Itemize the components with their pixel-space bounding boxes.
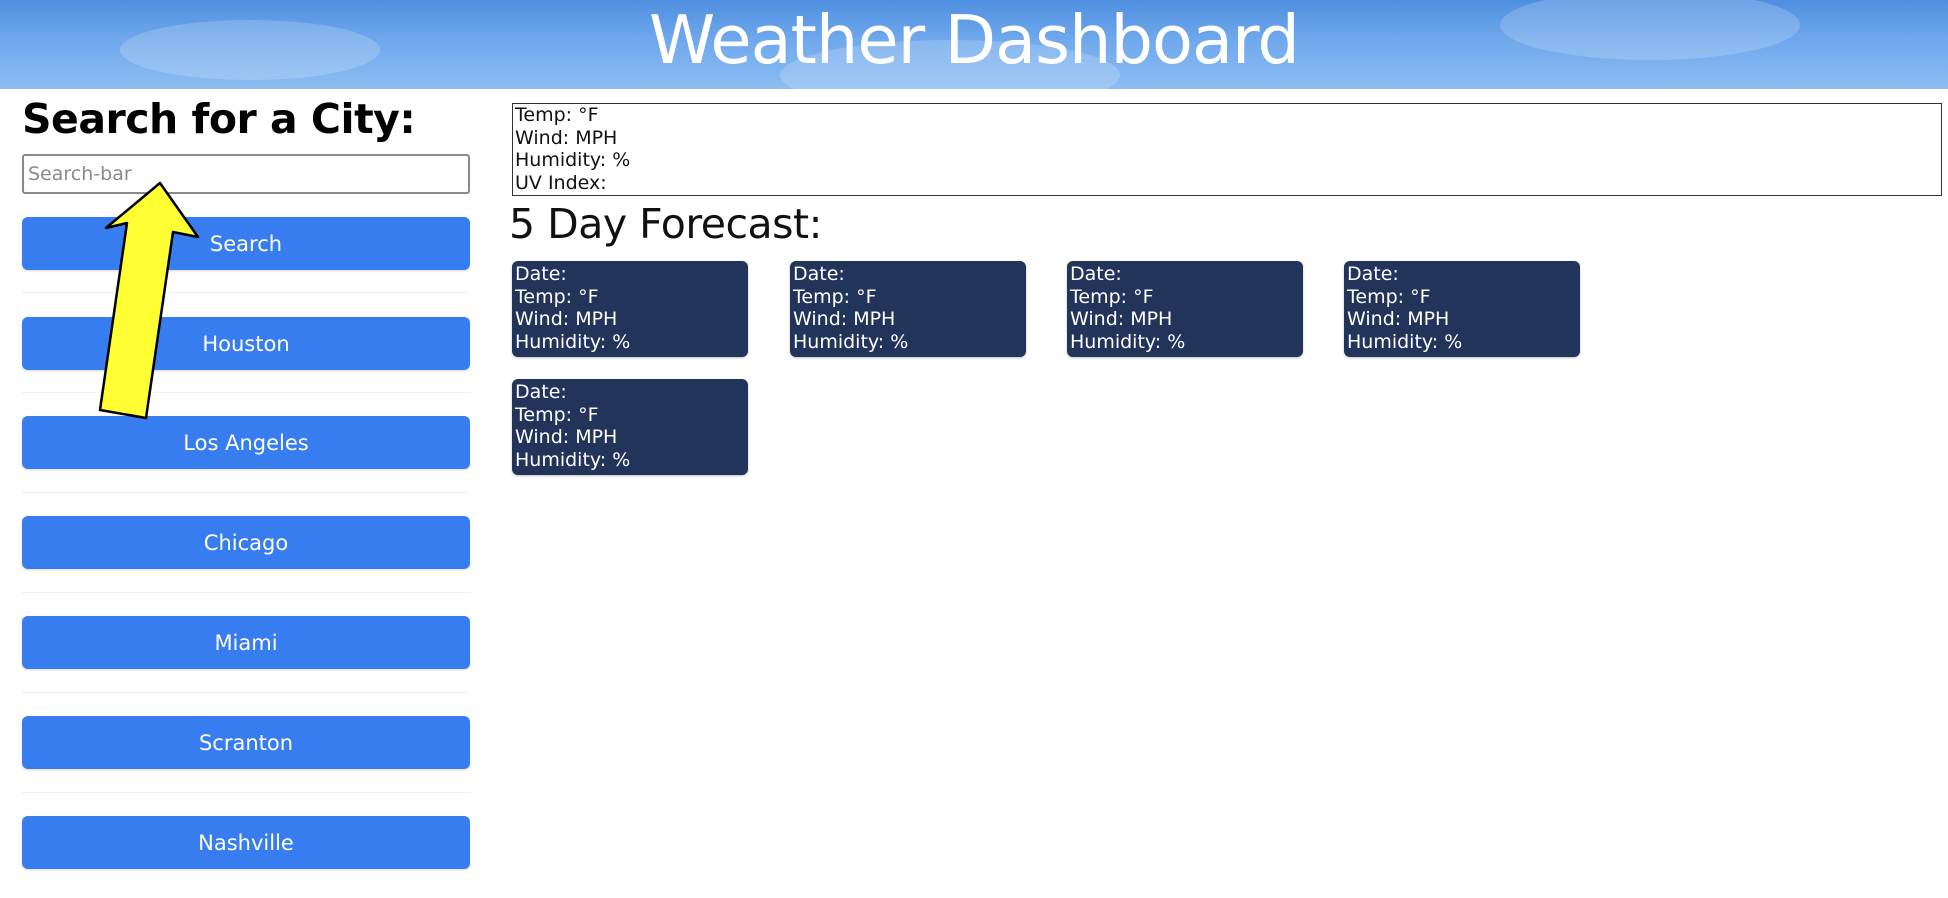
city-button-nashville[interactable]: Nashville [22,816,470,869]
forecast-card: Date: Temp: °F Wind: MPH Humidity: % [790,261,1026,357]
city-button-chicago[interactable]: Chicago [22,516,470,569]
forecast-card: Date: Temp: °F Wind: MPH Humidity: % [512,379,748,475]
search-heading: Search for a City: [22,95,416,143]
divider [22,392,470,393]
forecast-date: Date: [1070,263,1122,285]
divider [22,692,470,693]
city-button-houston[interactable]: Houston [22,317,470,370]
forecast-humidity: Humidity: % [1347,330,1463,353]
forecast-temp: Temp: °F [1347,285,1431,308]
forecast-card: Date: Temp: °F Wind: MPH Humidity: % [512,261,748,357]
forecast-wind: Wind: MPH [793,308,896,330]
forecast-temp: Temp: °F [515,403,599,426]
current-weather-panel: Temp: °F Wind: MPH Humidity: % UV Index: [512,103,1942,196]
forecast-humidity: Humidity: % [1070,330,1186,353]
city-button-los-angeles[interactable]: Los Angeles [22,416,470,469]
forecast-wind: Wind: MPH [1347,308,1450,330]
forecast-wind: Wind: MPH [515,308,618,330]
forecast-humidity: Humidity: % [793,330,909,353]
forecast-temp: Temp: °F [1070,285,1154,308]
divider [22,592,470,593]
header-banner: Weather Dashboard [0,0,1948,89]
current-humidity: Humidity: % [515,149,631,171]
search-button[interactable]: Search [22,217,470,270]
divider [22,792,470,793]
forecast-card: Date: Temp: °F Wind: MPH Humidity: % [1067,261,1303,357]
forecast-temp: Temp: °F [793,285,877,308]
city-button-miami[interactable]: Miami [22,616,470,669]
forecast-date: Date: [515,263,567,285]
forecast-date: Date: [793,263,845,285]
forecast-date: Date: [515,381,567,403]
forecast-date: Date: [1347,263,1399,285]
page-title: Weather Dashboard [649,1,1300,79]
forecast-wind: Wind: MPH [1070,308,1173,330]
forecast-humidity: Humidity: % [515,448,631,471]
city-button-scranton[interactable]: Scranton [22,716,470,769]
search-input[interactable] [22,154,470,194]
forecast-heading: 5 Day Forecast: [509,200,822,248]
current-wind: Wind: MPH [515,126,618,149]
forecast-wind: Wind: MPH [515,426,618,448]
forecast-card: Date: Temp: °F Wind: MPH Humidity: % [1344,261,1580,357]
divider [22,292,470,293]
forecast-humidity: Humidity: % [515,330,631,353]
divider [22,492,470,493]
current-uv-index: UV Index: [515,171,607,194]
forecast-temp: Temp: °F [515,285,599,308]
current-temp: Temp: °F [515,104,599,126]
